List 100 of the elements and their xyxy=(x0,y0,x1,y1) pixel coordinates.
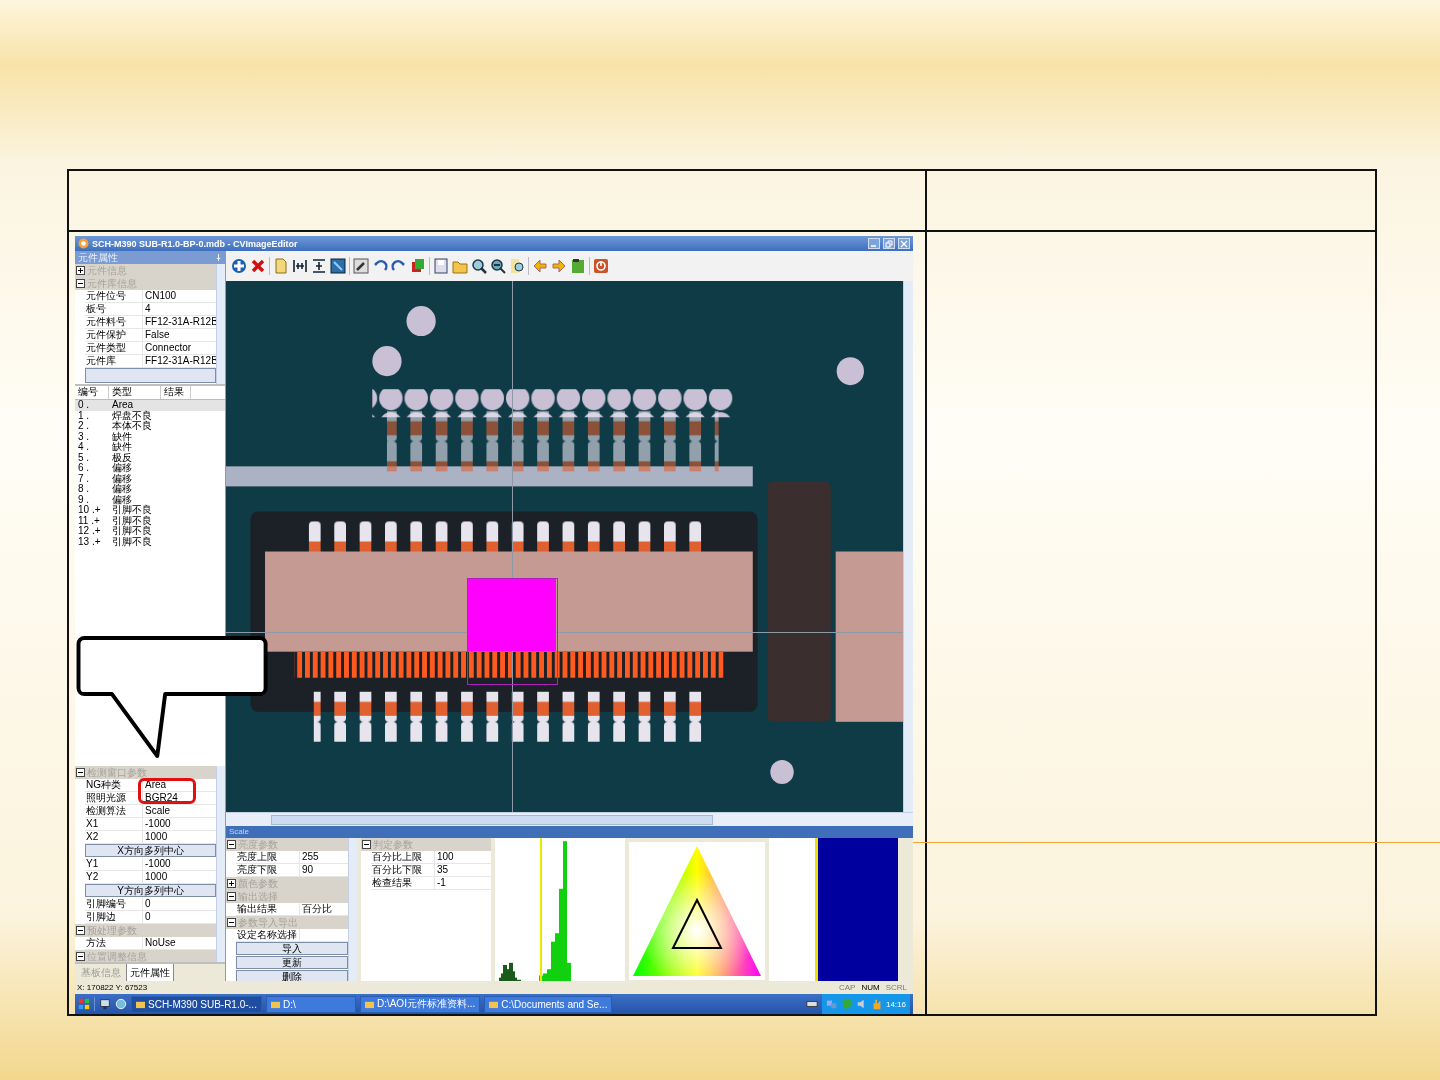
property-label: 百分比上限 xyxy=(371,851,435,863)
left-arrow-icon[interactable] xyxy=(532,258,548,274)
list-row[interactable]: 5 . 极反 xyxy=(75,452,225,463)
list-row[interactable]: 4 . 缺件 xyxy=(75,442,225,453)
scrollbar[interactable] xyxy=(903,281,913,812)
zoom-page-icon[interactable] xyxy=(509,258,525,274)
property-label: X1 xyxy=(85,818,143,830)
browser-icon[interactable] xyxy=(115,998,127,1010)
key-indicator: CAP xyxy=(839,983,856,992)
property-value[interactable]: Scale xyxy=(143,805,216,817)
expander-icon[interactable] xyxy=(76,279,85,288)
property-label: 元件库 xyxy=(85,355,143,367)
power-icon[interactable] xyxy=(593,258,609,274)
column-header[interactable]: 类型 xyxy=(109,386,161,399)
folder-icon xyxy=(270,999,280,1009)
expander-icon[interactable] xyxy=(362,840,371,849)
expander-icon[interactable] xyxy=(76,266,85,275)
expander-icon[interactable] xyxy=(76,926,85,935)
list-row[interactable]: 6 . 偏移 xyxy=(75,463,225,474)
start-icon[interactable] xyxy=(78,998,90,1010)
property-label: 引脚编号 xyxy=(85,898,143,910)
flip-horizontal-icon[interactable] xyxy=(292,258,308,274)
property-value[interactable]: -1000 xyxy=(143,818,216,830)
key-indicator: SCRL xyxy=(885,983,907,992)
property-value[interactable]: FF12-31A-R12B xyxy=(143,355,218,367)
scroll-thumb[interactable] xyxy=(271,815,713,825)
property-button[interactable]: X方向多列中心 xyxy=(85,844,216,857)
add-icon[interactable] xyxy=(231,258,247,274)
scrollbar[interactable] xyxy=(226,812,913,826)
layers-icon[interactable] xyxy=(410,258,426,274)
property-value[interactable]: FF12-31A-R12B xyxy=(143,316,218,328)
taskbar-button[interactable]: D:\AOI元件标准资料... xyxy=(359,995,481,1013)
expander-icon[interactable] xyxy=(227,840,236,849)
list-row[interactable]: 3 . 缺件 xyxy=(75,431,225,442)
column-header[interactable]: 编号 xyxy=(75,386,109,399)
property-value[interactable]: Area xyxy=(143,779,216,791)
taskbar-button[interactable]: SCH-M390 SUB-R1.0-... xyxy=(131,995,262,1013)
list-row[interactable]: 10 .+ 引脚不良 xyxy=(75,505,225,516)
property-value[interactable]: 90 xyxy=(300,864,348,876)
list-row[interactable]: 13 .+ 引脚不良 xyxy=(75,536,225,547)
property-value[interactable]: 35 xyxy=(435,864,491,876)
panel-title: Scale xyxy=(226,826,913,838)
property-value[interactable]: NoUse xyxy=(143,937,216,949)
property-button[interactable]: 导入 xyxy=(236,942,348,955)
property-value[interactable]: 百分比 xyxy=(300,903,348,915)
property-value[interactable]: -1 xyxy=(435,877,491,889)
property-value[interactable]: BGR24 xyxy=(143,792,216,804)
property-label: 引脚边 xyxy=(85,911,143,923)
selection-frame[interactable] xyxy=(467,578,558,685)
list-row[interactable]: 12 .+ 引脚不良 xyxy=(75,526,225,537)
app-icon xyxy=(78,238,89,249)
fit-image-icon[interactable] xyxy=(330,258,346,274)
expander-icon[interactable] xyxy=(227,918,236,927)
list-row[interactable]: 2 . 本体不良 xyxy=(75,421,225,432)
column-header[interactable]: 结果 xyxy=(161,386,191,399)
list-row[interactable]: 1 . 焊盘不良 xyxy=(75,410,225,421)
expander-icon[interactable] xyxy=(76,952,85,961)
library-button[interactable] xyxy=(85,368,216,383)
desktop-icon[interactable] xyxy=(99,998,111,1010)
scrollbar[interactable] xyxy=(216,766,225,962)
list-row[interactable]: 0 . Area xyxy=(75,400,225,411)
property-label: 输出结果 xyxy=(236,903,300,915)
scrollbar[interactable] xyxy=(216,264,225,384)
property-button[interactable]: 更新 xyxy=(236,956,348,969)
scrollbar[interactable] xyxy=(348,838,357,984)
list-row[interactable]: 9 . 偏移 xyxy=(75,494,225,505)
property-value[interactable]: 1000 xyxy=(143,871,216,883)
expander-icon[interactable] xyxy=(76,768,85,777)
property-value[interactable]: 4 xyxy=(143,303,216,315)
property-value[interactable]: 1000 xyxy=(143,831,216,843)
property-value[interactable]: 0 xyxy=(143,911,216,923)
right-arrow-icon[interactable] xyxy=(551,258,567,274)
zoom-in-icon[interactable] xyxy=(471,258,487,274)
flip-vertical-icon[interactable] xyxy=(311,258,327,274)
tool-icon[interactable] xyxy=(353,258,369,274)
list-row[interactable]: 11 .+ 引脚不良 xyxy=(75,515,225,526)
save-icon[interactable] xyxy=(433,258,449,274)
window-title: SCH-M390 SUB-R1.0-BP-0.mdb - CVImageEditor xyxy=(92,238,298,249)
folder-stack-icon[interactable] xyxy=(570,258,586,274)
taskbar-button[interactable]: C:\Documents and Se... xyxy=(484,995,613,1013)
property-label: 元件位号 xyxy=(85,290,143,302)
taskbar-button[interactable]: D:\ xyxy=(265,995,356,1013)
list-row[interactable]: 8 . 偏移 xyxy=(75,484,225,495)
expander-icon[interactable] xyxy=(227,879,236,888)
property-value[interactable]: Connector xyxy=(143,342,216,354)
list-row[interactable]: 7 . 偏移 xyxy=(75,473,225,484)
property-value[interactable]: False xyxy=(143,329,216,341)
close-button[interactable] xyxy=(898,238,910,249)
property-button[interactable]: Y方向多列中心 xyxy=(85,884,216,897)
delete-icon[interactable] xyxy=(250,258,266,274)
property-label: NG种类 xyxy=(85,779,143,791)
property-value[interactable]: 255 xyxy=(300,851,348,863)
keyboard-icon[interactable] xyxy=(805,998,818,1010)
zoom-out-icon[interactable] xyxy=(490,258,506,274)
property-value[interactable]: 0 xyxy=(143,898,216,910)
property-value[interactable]: -1000 xyxy=(143,858,216,870)
folder-icon xyxy=(136,999,145,1009)
property-value[interactable]: CN100 xyxy=(143,290,216,302)
expander-icon[interactable] xyxy=(227,892,236,901)
property-value[interactable]: 100 xyxy=(435,851,491,863)
